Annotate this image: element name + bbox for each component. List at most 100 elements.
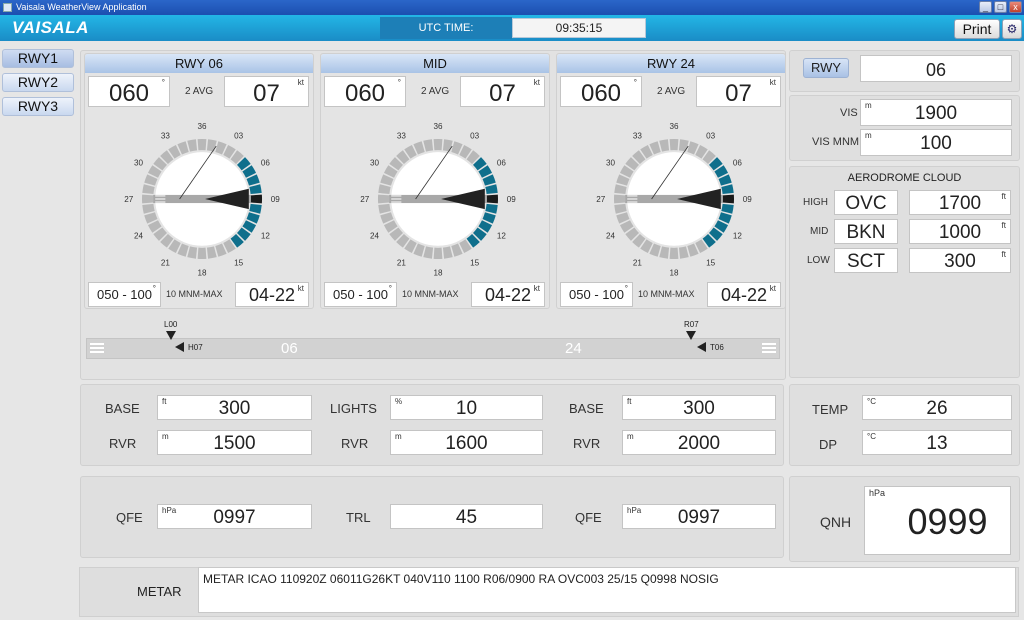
compass-label: 36 <box>197 122 207 131</box>
qfe-label: QFE <box>116 510 143 525</box>
temp-dp-panel: TEMP °C 26 DP °C 13 <box>789 384 1020 466</box>
compass-segment <box>485 184 498 195</box>
settings-tools-icon[interactable]: ⚙ <box>1002 19 1022 39</box>
qnh-value: 0999 <box>907 501 988 542</box>
rvr-box: m 2000 <box>622 430 776 455</box>
compass-label: 06 <box>497 158 507 167</box>
vis-box: m 1900 <box>860 99 1012 126</box>
metar-label: METAR <box>137 584 182 599</box>
runway-label-left: 06 <box>281 340 298 357</box>
compass-segment <box>187 139 198 152</box>
compass-svg: 33 36 03 06 09 12 15 18 21 24 27 30 <box>124 122 280 278</box>
gust-unit: kt <box>769 284 776 293</box>
base-box: ft 300 <box>157 395 312 420</box>
compass-label: 24 <box>370 232 380 241</box>
qfe-box: hPa 0997 <box>622 504 776 529</box>
compass-label: 15 <box>706 258 716 267</box>
wind-speed-unit: kt <box>769 78 776 87</box>
compass-segment <box>659 139 670 152</box>
compass-label: 24 <box>134 232 144 241</box>
print-button[interactable]: Print <box>954 19 1000 39</box>
compass-segment <box>197 247 207 260</box>
compass-label: 33 <box>161 132 171 141</box>
cloud-title: AERODROME CLOUD <box>847 172 962 184</box>
wind-dir-value: 060 <box>344 80 386 107</box>
mnm-max-label: 10 MNM-MAX <box>638 289 695 299</box>
vis-mnm-value: 100 <box>920 133 952 154</box>
compass-segment <box>206 139 217 152</box>
marker-label: H07 <box>188 343 203 352</box>
window-title: Vaisala WeatherView Application <box>16 2 147 12</box>
wind-panel-title: MID <box>321 54 549 73</box>
wind-dir-unit: ° <box>161 78 165 87</box>
minimize-button[interactable]: _ <box>979 1 992 13</box>
base-value: 300 <box>218 398 251 419</box>
compass-label: 12 <box>261 232 271 241</box>
qfe-value: 0997 <box>677 507 721 528</box>
compass-label: 27 <box>124 195 134 204</box>
tab-rwy1[interactable]: RWY1 <box>2 49 74 68</box>
avg-label: 2 AVG <box>657 86 686 97</box>
variation-value: 050 - 100 <box>569 287 624 302</box>
runway-label-right: 24 <box>565 340 582 357</box>
vaisala-logo: VAISALA <box>12 18 89 37</box>
wind-panel: MID 060 ° 2 AVG 07 kt 33 36 03 06 09 12 15 18 21… <box>320 53 550 309</box>
close-button[interactable]: x <box>1009 1 1022 13</box>
gust-unit: kt <box>533 284 540 293</box>
qnh-box: hPa 0999 <box>864 486 1011 555</box>
variation-box: 050 - 100 ° <box>560 282 633 307</box>
mnm-max-label: 10 MNM-MAX <box>166 289 223 299</box>
wind-dir-value: 060 <box>580 80 622 107</box>
tab-rwy3[interactable]: RWY3 <box>2 97 74 116</box>
cloud-type-value: BKN <box>846 222 886 243</box>
rwy-value: 06 <box>925 60 947 80</box>
rvr-value: 1500 <box>213 433 256 454</box>
gust-box: 04-22 kt <box>707 282 781 307</box>
compass-label: 24 <box>606 232 616 241</box>
variation-box: 050 - 100 ° <box>324 282 397 307</box>
mnm-max-label: 10 MNM-MAX <box>402 289 459 299</box>
base-label: BASE <box>105 401 140 416</box>
compass-segment <box>485 203 498 214</box>
compass-segment <box>141 194 154 204</box>
rwy-button[interactable]: RWY <box>803 58 849 78</box>
window-titlebar: Vaisala WeatherView Application _ □ x <box>0 0 1024 15</box>
cloud-height-unit: ft <box>1001 192 1006 201</box>
lights-box: % 10 <box>390 395 543 420</box>
compass-segment <box>614 203 627 214</box>
cloud-type-box: BKN <box>834 219 898 244</box>
compass-segment <box>378 203 391 214</box>
compass-segment <box>142 203 155 214</box>
vis-value: 1900 <box>914 103 958 124</box>
cloud-type-value: OVC <box>845 193 887 214</box>
compass-segment <box>614 184 627 195</box>
marker-down-triangle-icon <box>686 331 696 340</box>
compass-label: 03 <box>470 132 480 141</box>
avg-label: 2 AVG <box>421 86 450 97</box>
trl-value: 45 <box>455 507 478 528</box>
tab-rwy2[interactable]: RWY2 <box>2 73 74 92</box>
wind-speed-box: 07 kt <box>224 76 309 107</box>
compass-segment <box>659 246 670 259</box>
compass-label: 09 <box>507 195 517 204</box>
runway-menu-left-icon[interactable] <box>90 341 104 356</box>
cloud-type-value: SCT <box>847 251 885 272</box>
compass-label: 06 <box>733 158 743 167</box>
compass-segment <box>378 184 391 195</box>
rvr-value: 1600 <box>445 433 488 454</box>
visibility-panel: VIS m 1900 VIS MNM m 100 <box>789 95 1020 161</box>
cloud-height-box: 1700 ft <box>909 190 1011 215</box>
lights-value: 10 <box>455 398 478 419</box>
cloud-height-value: 1700 <box>938 193 982 214</box>
cloud-height-value: 1000 <box>938 222 982 243</box>
pressure-panel: QFE hPa 0997 TRL 45 QFE hPa 0997 <box>80 476 784 558</box>
wind-panel: RWY 06 060 ° 2 AVG 07 kt 33 36 03 06 09 12 15 1… <box>84 53 314 309</box>
trl-box: 45 <box>390 504 543 529</box>
runway-menu-right-icon[interactable] <box>762 341 776 356</box>
lights-label: LIGHTS <box>330 401 377 416</box>
rvr-label: RVR <box>109 436 137 451</box>
maximize-button[interactable]: □ <box>994 1 1007 13</box>
compass-label: 33 <box>633 132 643 141</box>
compass-label: 12 <box>733 232 743 241</box>
compass-label: 09 <box>743 195 753 204</box>
